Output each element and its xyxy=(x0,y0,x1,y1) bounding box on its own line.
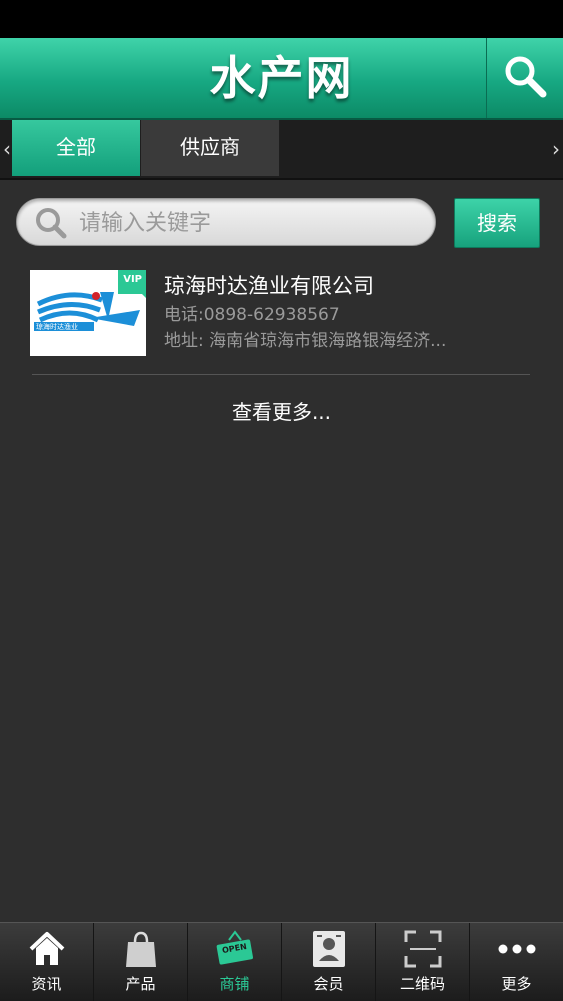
bottom-navigation: 资讯 产品 OPEN 商铺 会员 二维码 更多 xyxy=(0,922,563,1001)
nav-label-products: 产品 xyxy=(125,975,156,993)
nav-label-qrcode: 二维码 xyxy=(399,975,445,993)
search-input[interactable] xyxy=(77,199,421,247)
header-search-button[interactable] xyxy=(486,38,563,118)
search-submit-button[interactable]: 搜索 xyxy=(454,198,540,248)
tab-all[interactable]: 全部 xyxy=(12,120,140,176)
scroll-right-arrow-icon[interactable]: › xyxy=(549,120,563,178)
app-header: 水产网 xyxy=(0,38,563,120)
nav-item-products[interactable]: 产品 xyxy=(94,923,188,1001)
nav-label-news: 资讯 xyxy=(31,975,62,993)
nav-item-news[interactable]: 资讯 xyxy=(0,923,94,1001)
nav-item-more[interactable]: 更多 xyxy=(470,923,563,1001)
open-sign-icon: OPEN xyxy=(188,929,281,969)
app-title: 水产网 xyxy=(209,51,354,105)
search-icon xyxy=(505,56,547,98)
nav-label-members: 会员 xyxy=(313,975,344,993)
shopping-bag-icon xyxy=(94,929,187,969)
nav-label-more: 更多 xyxy=(501,975,532,993)
status-bar xyxy=(0,0,563,38)
home-icon xyxy=(0,929,93,969)
nav-item-members[interactable]: 会员 xyxy=(282,923,376,1001)
nav-label-shops: 商铺 xyxy=(219,975,250,993)
company-address: 地址: 海南省琼海市银海路银海经济... xyxy=(164,331,447,351)
more-dots-icon xyxy=(470,929,563,969)
search-field[interactable] xyxy=(16,198,436,247)
qr-scan-icon xyxy=(376,929,469,969)
vip-badge: VIP xyxy=(123,274,142,285)
magnifier-icon xyxy=(36,208,67,239)
nav-item-shops[interactable]: OPEN 商铺 xyxy=(188,923,282,1001)
search-bar: 搜索 xyxy=(0,196,563,250)
company-logo: 琼海时达渔业 VIP xyxy=(30,270,146,356)
list-item[interactable]: 琼海时达渔业 VIP 琼海时达渔业有限公司 电话:0898-62938567 地… xyxy=(30,266,530,366)
company-name: 琼海时达渔业有限公司 xyxy=(164,274,374,298)
nav-item-qrcode[interactable]: 二维码 xyxy=(376,923,470,1001)
category-tab-bar: ‹ 全部 供应商 › xyxy=(0,120,563,180)
company-phone: 电话:0898-62938567 xyxy=(164,305,340,325)
tab-suppliers[interactable]: 供应商 xyxy=(141,120,279,176)
load-more-link[interactable]: 查看更多... xyxy=(0,396,563,425)
list-divider xyxy=(32,374,530,375)
member-card-icon xyxy=(282,929,375,969)
company-info: 琼海时达渔业有限公司 电话:0898-62938567 地址: 海南省琼海市银海… xyxy=(164,270,530,354)
company-logo-text: 琼海时达渔业 xyxy=(36,323,78,331)
